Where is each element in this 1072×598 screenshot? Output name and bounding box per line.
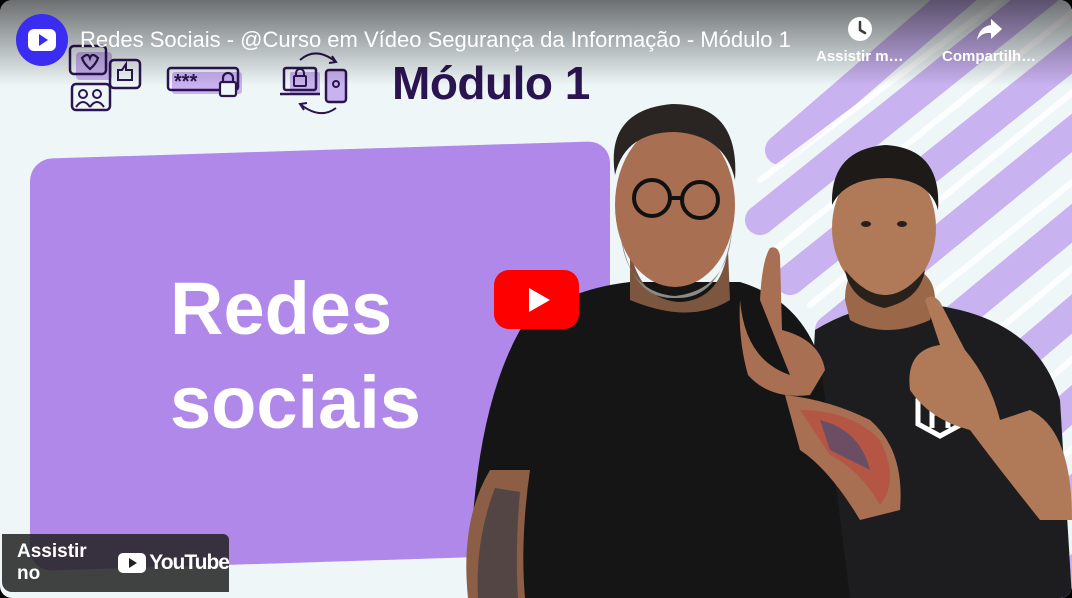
play-icon	[528, 287, 550, 312]
share-icon	[977, 19, 1003, 40]
youtube-logo-icon: YouTube	[118, 551, 230, 575]
youtube-play-box	[118, 553, 147, 573]
watch-later-label: Assistir m…	[816, 48, 904, 65]
watch-on-youtube-button[interactable]: Assistir no YouTube	[2, 534, 230, 592]
clock-icon	[847, 17, 872, 41]
youtube-wordmark: YouTube	[149, 551, 230, 574]
topic-line-2: sociais	[170, 361, 421, 444]
video-player[interactable]: *** Módulo 1 Redes sociais	[0, 0, 1072, 598]
topic-line-1: Redes	[170, 267, 393, 350]
video-title[interactable]: Redes Sociais - @Curso em Vídeo Seguranç…	[80, 27, 791, 53]
presenter-right	[800, 145, 1072, 598]
channel-play-icon	[28, 29, 56, 51]
topic-card-text: Redes sociais	[170, 262, 421, 450]
share-button[interactable]: Compartilh…	[942, 14, 1036, 65]
channel-avatar[interactable]	[16, 14, 68, 66]
watch-later-button[interactable]: Assistir m…	[816, 14, 904, 65]
play-button[interactable]	[494, 270, 579, 329]
watch-on-label: Assistir no	[17, 541, 87, 584]
share-label: Compartilh…	[942, 48, 1037, 65]
